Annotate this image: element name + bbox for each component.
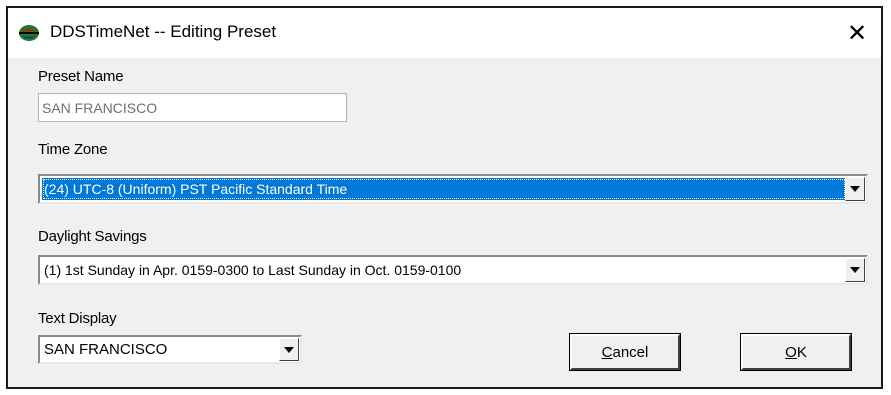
text-display-label: Text Display (38, 310, 117, 327)
globe-icon (18, 24, 40, 42)
preset-name-label: Preset Name (38, 68, 124, 85)
cancel-mnemonic: C (601, 343, 613, 361)
close-icon: ✕ (846, 19, 868, 47)
cancel-label: ancel (612, 343, 649, 361)
daylight-savings-dropdown-button[interactable] (845, 258, 865, 282)
cancel-button[interactable]: Cancel (569, 333, 681, 371)
ok-label: K (796, 343, 807, 361)
ok-mnemonic: O (785, 343, 797, 361)
daylight-savings-label: Daylight Savings (38, 228, 147, 245)
text-display-dropdown-button[interactable] (279, 338, 299, 361)
preset-name-input[interactable]: SAN FRANCISCO (38, 93, 347, 122)
daylight-savings-selected-value: (1) 1st Sunday in Apr. 0159-0300 to Last… (44, 262, 462, 278)
time-zone-label: Time Zone (38, 141, 108, 158)
close-button[interactable]: ✕ (839, 16, 875, 50)
chevron-down-icon (850, 186, 860, 192)
text-display-select[interactable]: SAN FRANCISCO (38, 335, 302, 364)
time-zone-dropdown-button[interactable] (845, 177, 865, 201)
time-zone-selected-value: (24) UTC-8 (Uniform) PST Pacific Standar… (42, 178, 846, 200)
title-bar[interactable]: DDSTimeNet -- Editing Preset ✕ (8, 8, 881, 58)
time-zone-select[interactable]: (24) UTC-8 (Uniform) PST Pacific Standar… (38, 174, 868, 204)
chevron-down-icon (284, 346, 294, 353)
daylight-savings-select[interactable]: (1) 1st Sunday in Apr. 0159-0300 to Last… (38, 255, 868, 285)
chevron-down-icon (850, 267, 860, 273)
text-display-selected-value: SAN FRANCISCO (44, 341, 168, 358)
dialog-window: DDSTimeNet -- Editing Preset ✕ Preset Na… (6, 6, 883, 389)
window-title: DDSTimeNet -- Editing Preset (50, 22, 277, 41)
ok-button[interactable]: OK (740, 333, 852, 371)
preset-name-value: SAN FRANCISCO (42, 99, 158, 116)
